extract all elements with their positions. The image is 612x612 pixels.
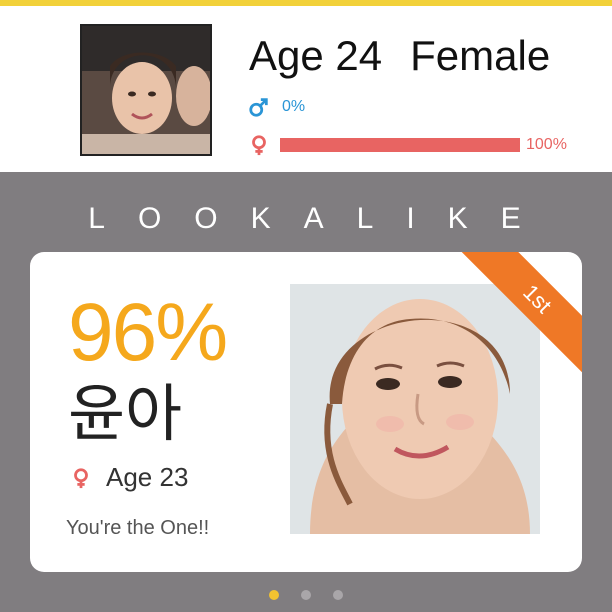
pager-dot[interactable] [333,590,343,600]
match-photo [290,284,540,534]
user-photo-thumbnail[interactable] [80,24,212,156]
female-symbol-icon [74,467,88,488]
pager-dots [0,590,612,600]
pager-dot[interactable] [269,590,279,600]
user-age-gender: Age 24 Female [249,32,550,80]
match-age-label: Age 23 [106,462,189,492]
male-percentage-value: 0% [282,98,306,115]
match-age-row: Age 23 [70,462,188,493]
match-score: 96% [68,287,228,378]
match-photo-image [290,284,540,534]
female-percentage-bar-fill [280,138,520,152]
user-age-label: Age 24 [249,32,383,79]
profile-header: Age 24 Female 0% 100% [0,6,612,172]
lookalike-panel: LOOKALIKE 96% 윤아 Age 23 You're the One!! [0,172,612,612]
match-tagline: You're the One!! [66,517,210,539]
female-percentage-bar [280,138,520,152]
user-photo-image [82,26,210,154]
lookalike-title: LOOKALIKE [88,202,554,235]
user-gender-label: Female [410,32,551,79]
pager-dot[interactable] [301,590,311,600]
lookalike-result-card[interactable]: 96% 윤아 Age 23 You're the One!! 1st [30,252,582,572]
female-symbol-icon [252,135,266,156]
male-percentage-row: 0% [248,95,305,119]
male-symbol-icon [249,98,268,117]
match-name: 윤아 [68,380,183,449]
female-percentage-value: 100% [526,136,567,153]
rank-badge-label: 1st [518,279,557,318]
female-percentage-row: 100% [248,133,567,157]
